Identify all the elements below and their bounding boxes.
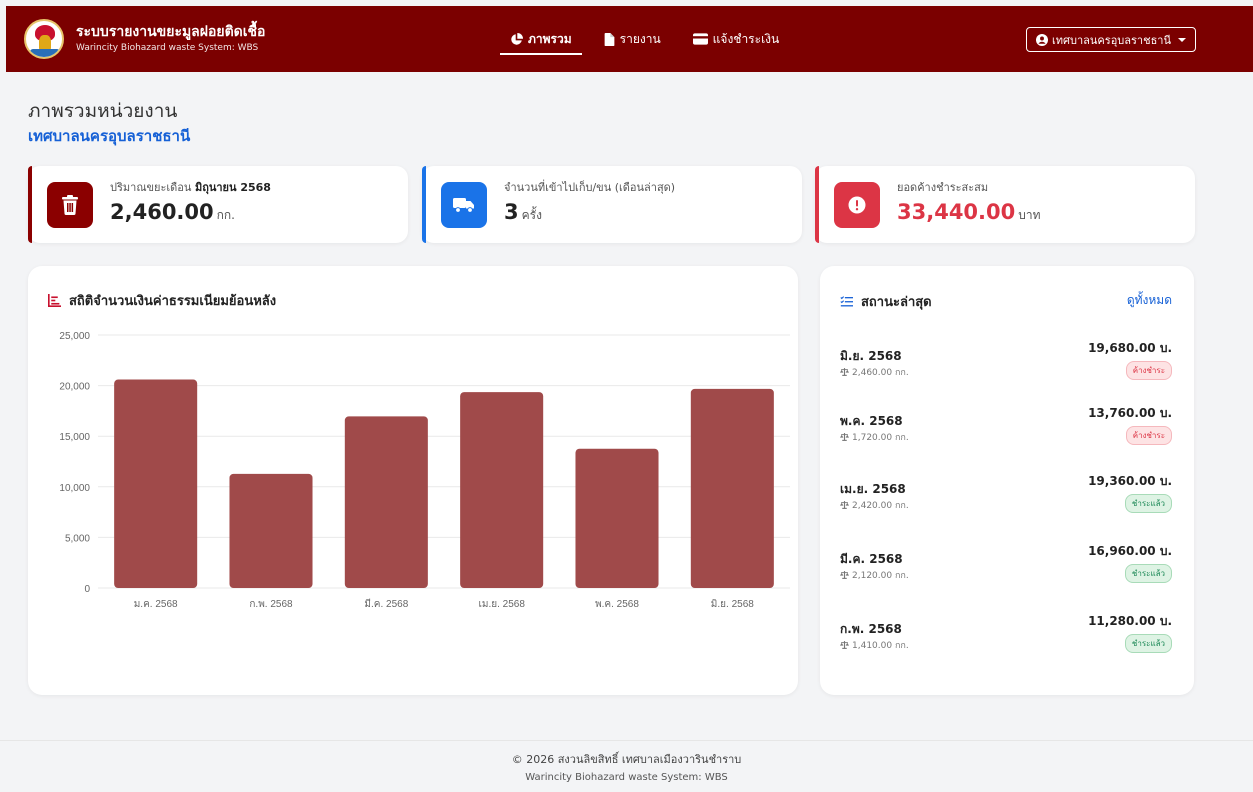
stat-value: 33,440.00 bbox=[897, 200, 1016, 224]
stat-value: 2,460.00 bbox=[110, 200, 214, 224]
alert-icon bbox=[834, 181, 880, 228]
app-subtitle: Warincity Biohazard waste System: WBS bbox=[76, 43, 259, 53]
status-item[interactable]: เม.ย. 2568 2,420.00 กก. 19,360.00 บ. ชำระแล… bbox=[840, 472, 1172, 522]
footer-system: Warincity Biohazard waste System: WBS bbox=[525, 772, 728, 783]
user-name: เทศบาลนครอุบลราชธานี bbox=[1052, 33, 1171, 47]
stat-unit: ครั้ง bbox=[521, 208, 542, 222]
status-month: ก.พ. 2568 bbox=[840, 622, 902, 636]
nav-report[interactable]: รายงาน bbox=[592, 19, 673, 59]
stat-unit: กก. bbox=[216, 208, 235, 222]
y-tick-label: 0 bbox=[84, 584, 90, 595]
status-amount: 19,360.00 บ. bbox=[1088, 474, 1172, 488]
status-weight: 2,460.00 กก. bbox=[852, 368, 909, 378]
latest-status-card: สถานะล่าสุด ดูทั้งหมด มิ.ย. 2568 2,460.00… bbox=[820, 266, 1194, 695]
status-weight: 1,410.00 กก. bbox=[852, 641, 909, 651]
chart-bar bbox=[229, 473, 313, 588]
stat-card-waste: ปริมาณขยะเดือน มิถุนายน 2568 2,460.00 กก. bbox=[28, 166, 408, 243]
status-badge: ชำระแล้ว bbox=[1124, 564, 1172, 583]
chart-bar bbox=[460, 392, 544, 588]
stat-label: ยอดค้างชำระสะสม bbox=[897, 181, 989, 194]
x-tick-label: ม.ค. 2568 bbox=[134, 599, 178, 610]
nav-payment-label: แจ้งชำระเงิน bbox=[712, 31, 780, 46]
footer-copyright: © 2026 สงวนลิขสิทธิ์ เทศบาลเมืองวารินชำร… bbox=[511, 753, 742, 766]
stat-card-outstanding: ยอดค้างชำระสะสม 33,440.00 บาท bbox=[815, 166, 1195, 243]
y-tick-label: 5,000 bbox=[65, 533, 90, 544]
stat-label: ปริมาณขยะเดือน bbox=[110, 181, 192, 194]
status-badge: ค้างชำระ bbox=[1125, 426, 1172, 445]
nav-report-label: รายงาน bbox=[619, 31, 661, 46]
fee-bar-chart: 0 5,000 10,000 15,000 20,000 25,000 ม.ค. 2568 ก… bbox=[59, 331, 790, 610]
status-month: มี.ค. 2568 bbox=[840, 552, 903, 566]
y-tick-label: 10,000 bbox=[59, 483, 90, 494]
app-title: ระบบรายงานขยะมูลฝอยติดเชื้อ bbox=[76, 24, 266, 40]
scale-icon bbox=[840, 433, 849, 441]
footer: © 2026 สงวนลิขสิทธิ์ เทศบาลเมืองวารินชำร… bbox=[0, 740, 1253, 792]
caret-down-icon bbox=[1178, 37, 1186, 42]
chart-bar bbox=[690, 388, 774, 588]
scale-icon bbox=[840, 501, 849, 509]
scale-icon bbox=[840, 368, 849, 376]
stat-value: 3 bbox=[504, 200, 519, 224]
nav-overview[interactable]: ภาพรวม bbox=[498, 19, 584, 59]
y-tick-label: 25,000 bbox=[59, 331, 90, 342]
status-item[interactable]: ก.พ. 2568 1,410.00 กก. 11,280.00 บ. ชำระแล้… bbox=[840, 612, 1172, 662]
chart-bar bbox=[344, 416, 428, 588]
brand[interactable]: ระบบรายงานขยะมูลฝอยติดเชื้อ Warincity Bi… bbox=[24, 19, 265, 59]
status-amount: 19,680.00 บ. bbox=[1088, 341, 1172, 355]
y-tick-label: 15,000 bbox=[59, 432, 90, 443]
status-weight: 2,120.00 กก. bbox=[852, 571, 909, 581]
scale-icon bbox=[840, 571, 849, 579]
status-item[interactable]: พ.ค. 2568 1,720.00 กก. 13,760.00 บ. ค้างชำร… bbox=[840, 404, 1172, 454]
status-weight: 1,720.00 กก. bbox=[852, 433, 909, 443]
stat-unit: บาท bbox=[1018, 208, 1041, 222]
main-nav: ภาพรวม รายงาน แจ้งชำระเงิน bbox=[498, 6, 799, 72]
status-month: เม.ย. 2568 bbox=[840, 482, 906, 496]
fee-history-card: สถิติจำนวนเงินค่าธรรมเนียมย้อนหลัง 0 5,00… bbox=[28, 266, 798, 695]
top-navbar: ระบบรายงานขยะมูลฝอยติดเชื้อ Warincity Bi… bbox=[6, 6, 1253, 72]
status-month: พ.ค. 2568 bbox=[840, 414, 903, 428]
x-tick-label: ก.พ. 2568 bbox=[249, 599, 293, 610]
page-subtitle: เทศบาลนครอุบลราชธานี bbox=[28, 127, 191, 145]
status-amount: 13,760.00 บ. bbox=[1088, 406, 1172, 420]
trash-icon bbox=[47, 181, 93, 228]
nav-overview-label: ภาพรวม bbox=[528, 31, 572, 46]
truck-icon bbox=[441, 181, 487, 228]
file-icon bbox=[604, 32, 615, 46]
user-menu-button[interactable]: เทศบาลนครอุบลราชธานี bbox=[1026, 27, 1196, 52]
status-weight: 2,420.00 กก. bbox=[852, 501, 909, 511]
y-tick-label: 20,000 bbox=[59, 382, 90, 393]
nav-payment[interactable]: แจ้งชำระเงิน bbox=[681, 19, 792, 59]
user-circle-icon bbox=[1036, 33, 1049, 46]
checklist-icon bbox=[840, 296, 853, 307]
credit-card-icon bbox=[692, 33, 708, 45]
stat-label: จำนวนที่เข้าไปเก็บ/ขน (เดือนล่าสุด) bbox=[504, 181, 676, 194]
pie-chart-icon bbox=[511, 32, 523, 45]
view-all-link[interactable]: ดูทั้งหมด bbox=[1127, 291, 1172, 310]
status-title: สถานะล่าสุด bbox=[861, 295, 932, 310]
scale-icon bbox=[840, 641, 849, 649]
status-badge: ชำระแล้ว bbox=[1124, 494, 1172, 513]
status-amount: 16,960.00 บ. bbox=[1088, 544, 1172, 558]
x-tick-label: มี.ค. 2568 bbox=[364, 598, 408, 610]
x-tick-label: พ.ค. 2568 bbox=[595, 599, 639, 610]
status-item[interactable]: มิ.ย. 2568 2,460.00 กก. 19,680.00 บ. ค้างชำ… bbox=[840, 339, 1172, 389]
page-title: ภาพรวมหน่วยงาน bbox=[28, 100, 178, 122]
x-tick-label: เม.ย. 2568 bbox=[478, 599, 525, 610]
chart-bar bbox=[114, 379, 198, 588]
municipality-logo bbox=[24, 19, 64, 59]
stat-card-collections: จำนวนที่เข้าไปเก็บ/ขน (เดือนล่าสุด) 3 ครั… bbox=[422, 166, 802, 243]
stat-label-month: มิถุนายน 2568 bbox=[194, 181, 271, 194]
status-badge: ชำระแล้ว bbox=[1124, 634, 1172, 653]
status-badge: ค้างชำระ bbox=[1125, 361, 1172, 380]
chart-bar bbox=[575, 448, 659, 588]
status-amount: 11,280.00 บ. bbox=[1088, 614, 1172, 628]
x-tick-label: มิ.ย. 2568 bbox=[711, 599, 754, 610]
status-month: มิ.ย. 2568 bbox=[840, 349, 902, 363]
status-item[interactable]: มี.ค. 2568 2,120.00 กก. 16,960.00 บ. ชำระแล… bbox=[840, 542, 1172, 592]
